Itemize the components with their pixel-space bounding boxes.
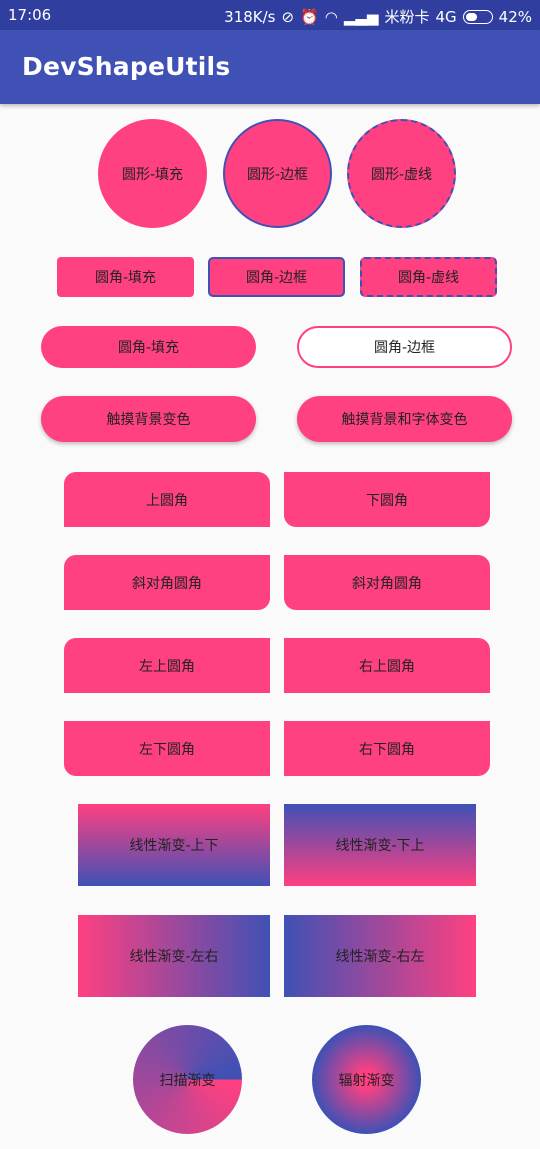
carrier-label: 米粉卡 [384, 8, 430, 26]
radial-gradient-button[interactable]: 辐射渐变 [312, 1025, 421, 1134]
linear-gradient-lr-button[interactable]: 线性渐变-左右 [78, 915, 270, 997]
top-left-round-button[interactable]: 左上圆角 [64, 638, 270, 693]
signal-icon: ▂▃▅ [343, 7, 379, 26]
network-speed: 318K/s [224, 7, 276, 26]
diagonal-round-button-1[interactable]: 斜对角圆角 [64, 555, 270, 610]
linear-gradient-tb-button[interactable]: 线性渐变-上下 [78, 804, 270, 886]
bottom-left-round-button[interactable]: 左下圆角 [64, 721, 270, 776]
touch-bg-button[interactable]: 触摸背景变色 [41, 396, 256, 442]
app-title: DevShapeUtils [22, 52, 231, 81]
top-round-button[interactable]: 上圆角 [64, 472, 270, 527]
battery-percent: 42% [498, 7, 532, 26]
diagonal-round-button-2[interactable]: 斜对角圆角 [284, 555, 490, 610]
app-bar: DevShapeUtils [0, 30, 540, 104]
alarm-icon: ⏰ [300, 7, 319, 26]
touch-bg-text-button[interactable]: 触摸背景和字体变色 [297, 396, 512, 442]
round-fill-button[interactable]: 圆角-填充 [57, 257, 194, 297]
linear-gradient-rl-button[interactable]: 线性渐变-右左 [284, 915, 476, 997]
linear-gradient-bt-button[interactable]: 线性渐变-下上 [284, 804, 476, 886]
sweep-gradient-button[interactable]: 扫描渐变 [133, 1025, 242, 1134]
bottom-right-round-button[interactable]: 右下圆角 [284, 721, 490, 776]
round-dash-button[interactable]: 圆角-虚线 [360, 257, 497, 297]
circle-fill-button[interactable]: 圆形-填充 [98, 119, 207, 228]
pill-stroke-button[interactable]: 圆角-边框 [297, 326, 512, 368]
round-stroke-button[interactable]: 圆角-边框 [208, 257, 345, 297]
pill-fill-button[interactable]: 圆角-填充 [41, 326, 256, 368]
status-time: 17:06 [8, 6, 52, 24]
status-icons: 318K/s ⊘ ⏰ ◠ ▂▃▅ 米粉卡 4G 42% [224, 6, 532, 27]
wifi-icon: ◠ [324, 7, 338, 26]
network-type: 4G [435, 7, 457, 26]
bottom-round-button[interactable]: 下圆角 [284, 472, 490, 527]
status-bar: 17:06 318K/s ⊘ ⏰ ◠ ▂▃▅ 米粉卡 4G 42% [0, 0, 540, 30]
mute-icon: ⊘ [281, 7, 295, 26]
battery-icon [462, 9, 493, 24]
circle-stroke-button[interactable]: 圆形-边框 [223, 119, 332, 228]
top-right-round-button[interactable]: 右上圆角 [284, 638, 490, 693]
circle-dash-button[interactable]: 圆形-虚线 [347, 119, 456, 228]
